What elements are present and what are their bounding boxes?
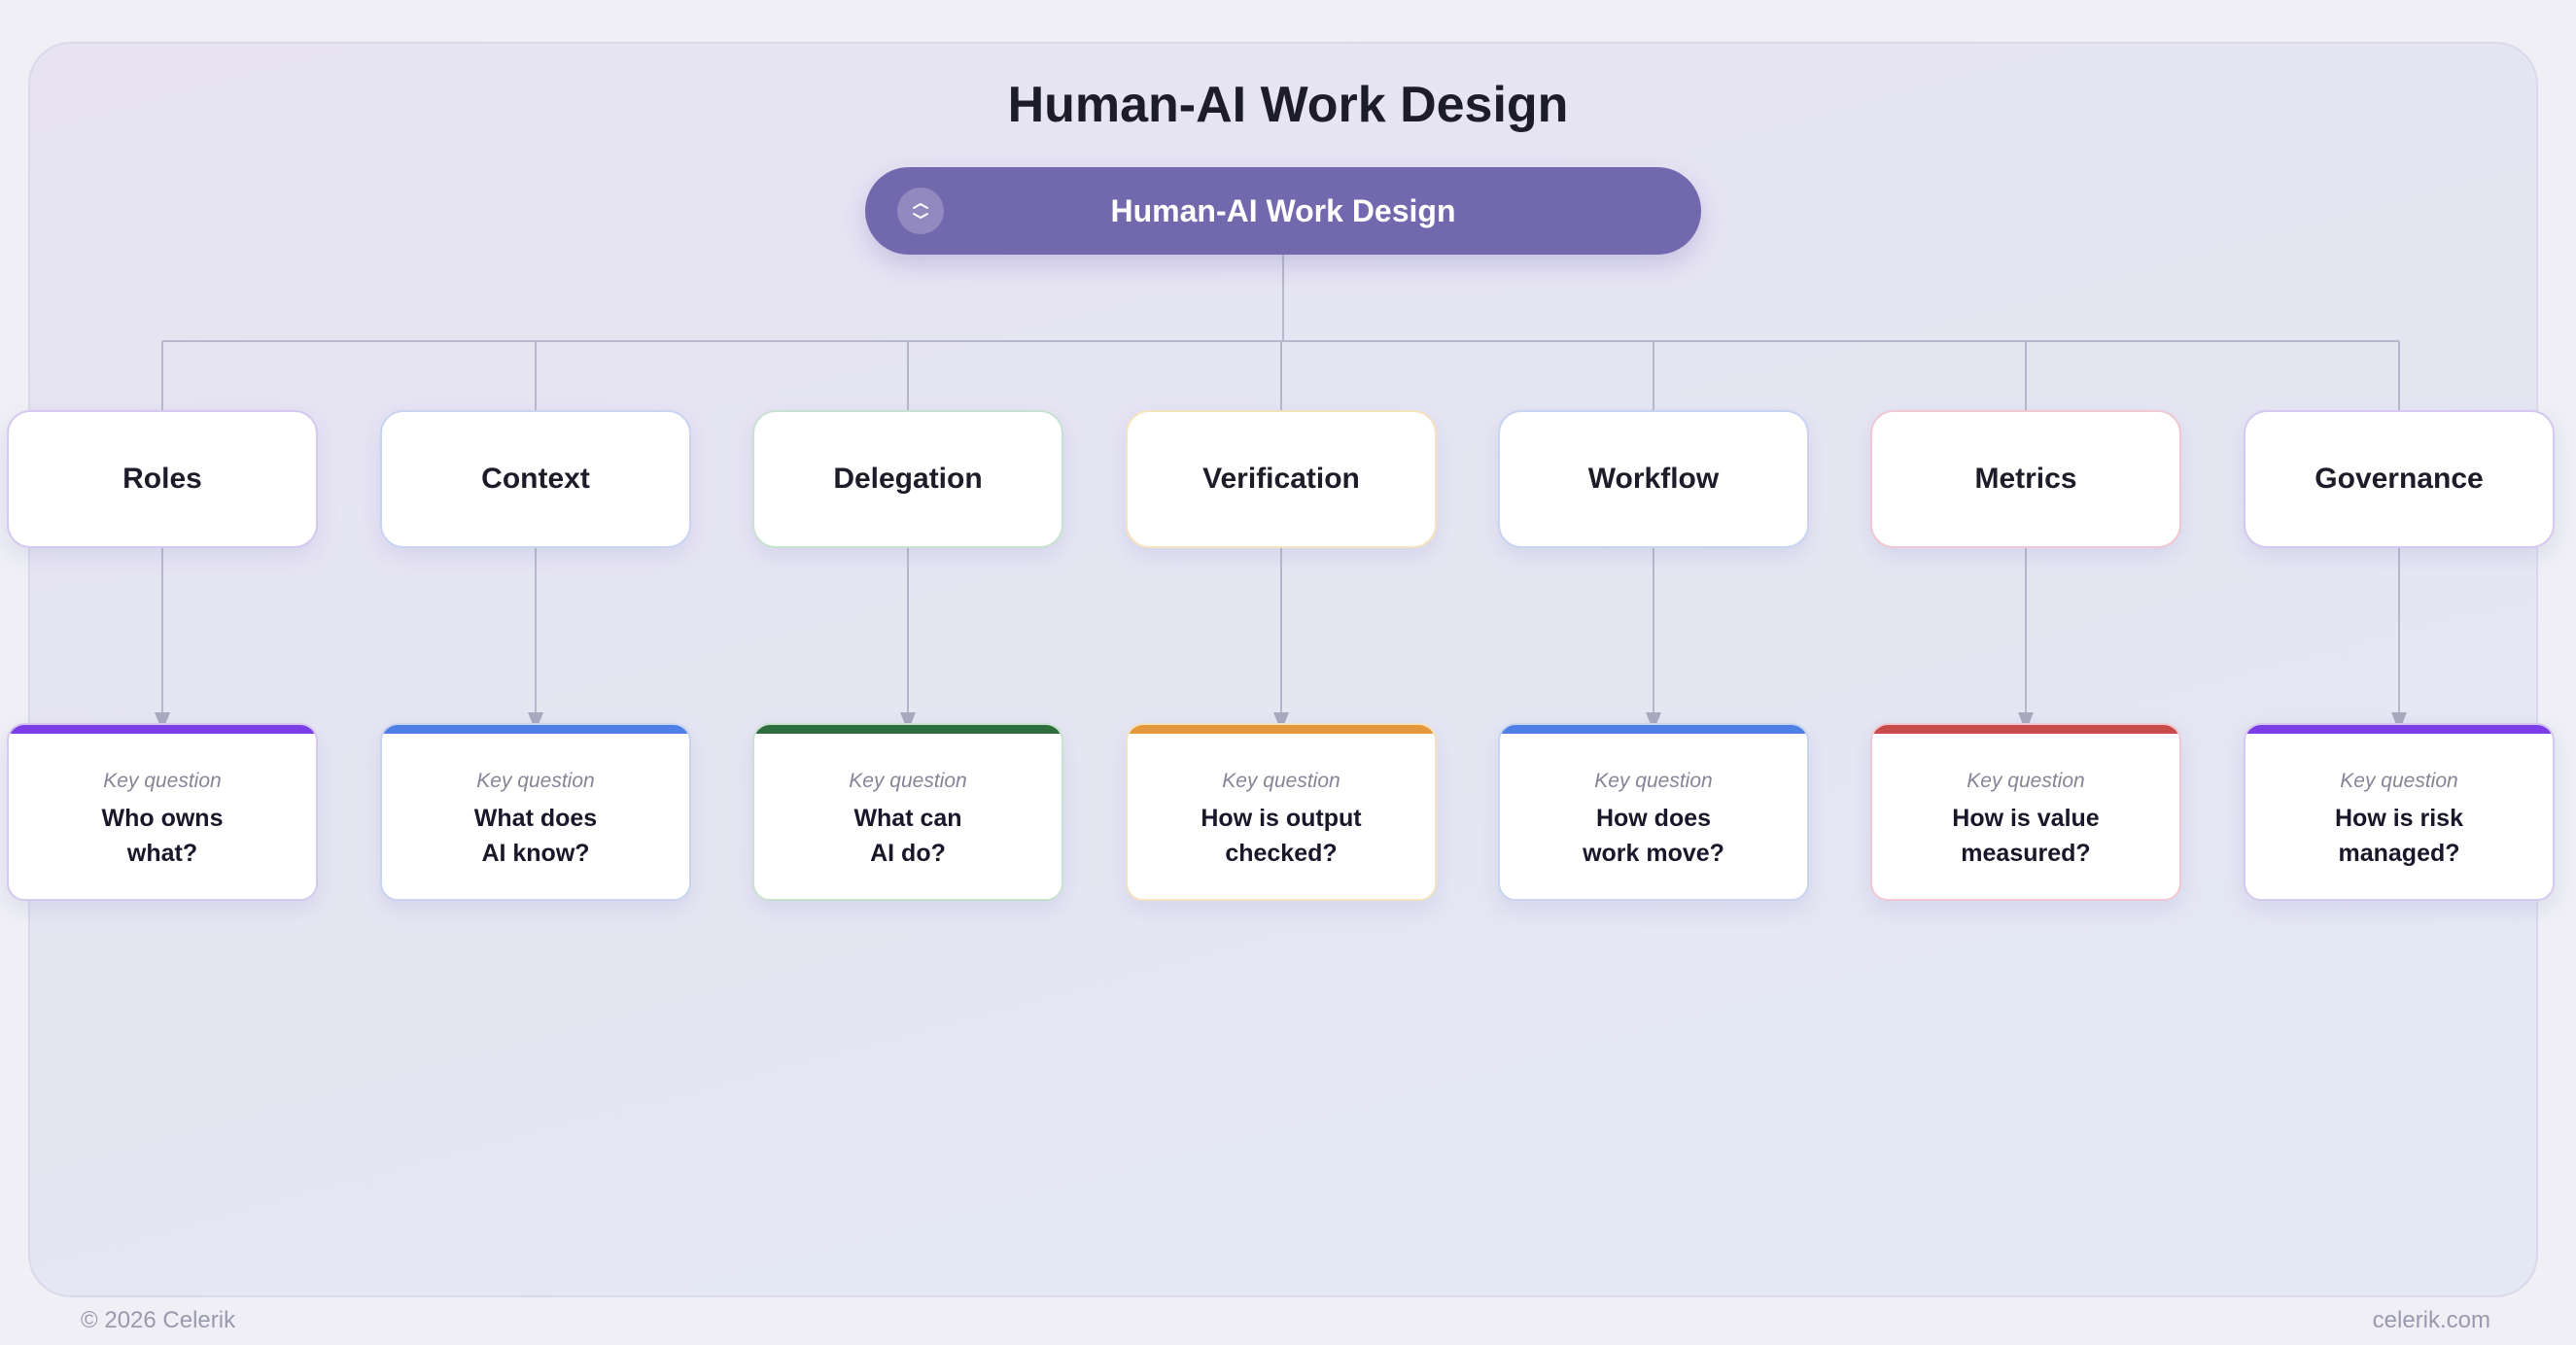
question-card-metrics[interactable]: Key question How is value measured? xyxy=(1870,723,2181,901)
branch-verification[interactable]: Verification xyxy=(1126,410,1437,548)
branch-roles[interactable]: Roles xyxy=(7,410,318,548)
card-kicker: Key question xyxy=(1967,770,2085,792)
branch-governance[interactable]: Governance xyxy=(2244,410,2555,548)
card-question-line-2: what? xyxy=(126,840,198,867)
card-kicker: Key question xyxy=(2340,770,2458,792)
card-question-line-1: How is risk xyxy=(2335,805,2463,832)
card-accent-bar xyxy=(382,725,689,734)
card-question-line-1: How is output xyxy=(1201,805,1362,832)
footer-website[interactable]: celerik.com xyxy=(2373,1307,2490,1334)
card-question-line-1: How does xyxy=(1595,805,1712,832)
card-question-line-2: AI do? xyxy=(870,840,946,867)
branch-label: Verification xyxy=(1202,463,1360,495)
card-question-line-2: measured? xyxy=(1961,840,2091,867)
card-kicker: Key question xyxy=(1222,770,1340,792)
branch-label: Governance xyxy=(2315,463,2484,495)
footer-copyright: © 2026 Celerik xyxy=(81,1307,236,1333)
branch-workflow[interactable]: Workflow xyxy=(1498,410,1809,548)
card-kicker: Key question xyxy=(849,770,967,792)
card-question-line-2: AI know? xyxy=(481,840,590,867)
card-accent-bar xyxy=(1500,725,1807,734)
card-kicker: Key question xyxy=(1594,770,1713,792)
card-question-line-2: checked? xyxy=(1225,840,1338,867)
page-title: Human-AI Work Design xyxy=(1007,77,1569,133)
card-question: How is risk managed? xyxy=(2255,801,2543,871)
card-accent-bar xyxy=(2245,725,2553,734)
question-card-context[interactable]: Key question What does AI know? xyxy=(380,723,691,901)
card-question-line-1: What can xyxy=(853,805,962,832)
question-card-verification[interactable]: Key question How is output checked? xyxy=(1126,723,1437,901)
card-accent-bar xyxy=(9,725,316,734)
card-question: How is output checked? xyxy=(1137,801,1425,871)
branch-label: Roles xyxy=(122,463,202,495)
branch-label: Context xyxy=(481,463,590,495)
card-accent-bar xyxy=(1872,725,2179,734)
card-question-line-2: work move? xyxy=(1583,840,1724,867)
card-question-line-1: What does xyxy=(473,805,598,832)
card-question: Who owns what? xyxy=(18,801,306,871)
card-kicker: Key question xyxy=(103,770,222,792)
card-kicker: Key question xyxy=(476,770,595,792)
card-accent-bar xyxy=(754,725,1062,734)
branch-context[interactable]: Context xyxy=(380,410,691,548)
card-question-line-1: Who owns xyxy=(101,805,224,832)
question-card-workflow[interactable]: Key question How does work move? xyxy=(1498,723,1809,901)
card-question: How does work move? xyxy=(1510,801,1797,871)
branch-delegation[interactable]: Delegation xyxy=(752,410,1063,548)
card-question: What can AI do? xyxy=(764,801,1052,871)
root-label: Human-AI Work Design xyxy=(1110,193,1456,228)
branch-label: Metrics xyxy=(1974,463,2077,495)
question-card-governance[interactable]: Key question How is risk managed? xyxy=(2244,723,2555,901)
card-accent-bar xyxy=(1128,725,1435,734)
root-node[interactable]: Human-AI Work Design xyxy=(865,167,1701,255)
question-card-delegation[interactable]: Key question What can AI do? xyxy=(752,723,1063,901)
branch-label: Delegation xyxy=(833,463,983,495)
card-question-line-2: managed? xyxy=(2338,840,2460,867)
card-question: What does AI know? xyxy=(392,801,679,871)
card-question: How is value measured? xyxy=(1882,801,2170,871)
branch-label: Workflow xyxy=(1587,463,1720,495)
branch-metrics[interactable]: Metrics xyxy=(1870,410,2181,548)
card-question-line-1: How is value xyxy=(1952,805,2100,832)
question-card-roles[interactable]: Key question Who owns what? xyxy=(7,723,318,901)
